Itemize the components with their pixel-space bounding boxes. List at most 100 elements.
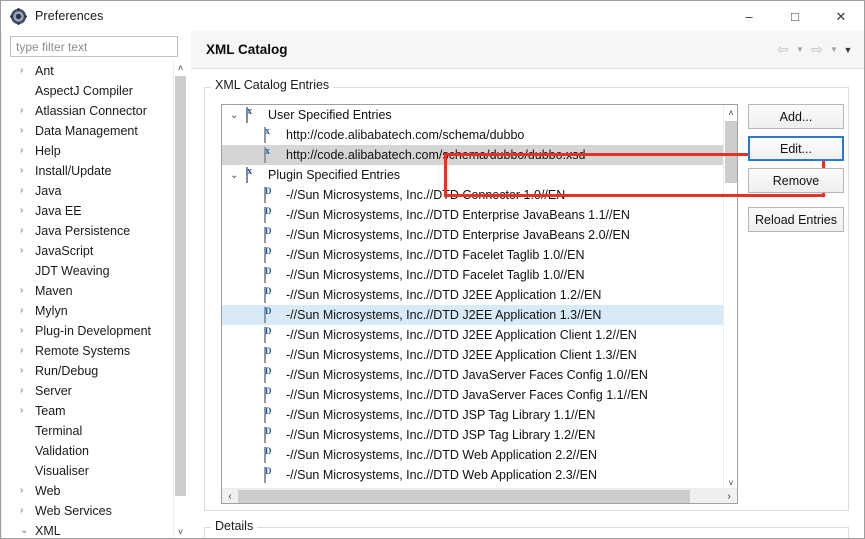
chevron-right-icon[interactable]: › — [20, 226, 35, 236]
catalog-group-row[interactable]: ⌄ Plugin Specified Entries — [222, 165, 725, 185]
catalog-entry-row[interactable]: -//Sun Microsystems, Inc.//DTD Connector… — [222, 185, 725, 205]
maximize-button[interactable]: □ — [772, 2, 818, 31]
sidebar-item-help[interactable]: › Help — [10, 141, 172, 161]
catalog-entry-row[interactable]: http://code.alibabatech.com/schema/dubbo — [222, 125, 725, 145]
forward-arrow-icon[interactable]: ⇨ — [808, 40, 826, 60]
preferences-tree[interactable]: › Ant AspectJ Compiler › Atlassian Connector… — [10, 61, 186, 538]
list-scroll-left-icon[interactable]: ‹ — [222, 489, 238, 503]
chevron-right-icon[interactable]: › — [20, 246, 35, 256]
chevron-right-icon[interactable]: › — [20, 286, 35, 296]
sidebar-item-web[interactable]: › Web — [10, 481, 172, 501]
catalog-group-label: User Specified Entries — [268, 108, 392, 122]
list-hscrollbar-thumb[interactable] — [238, 489, 690, 503]
chevron-right-icon[interactable]: › — [20, 146, 35, 156]
catalog-entry-row[interactable]: -//Sun Microsystems, Inc.//DTD JavaServe… — [222, 365, 725, 385]
sidebar-item-validation[interactable]: Validation — [10, 441, 172, 461]
sidebar-item-java-persistence[interactable]: › Java Persistence — [10, 221, 172, 241]
sidebar-item-aspectj-compiler[interactable]: AspectJ Compiler — [10, 81, 172, 101]
sidebar-vertical-scrollbar[interactable]: ˄ ˅ — [173, 61, 186, 538]
sidebar-scrollbar-thumb[interactable] — [175, 76, 186, 496]
dtd-entry-icon — [264, 187, 280, 203]
sidebar-item-jdt-weaving[interactable]: JDT Weaving — [10, 261, 172, 281]
sidebar-item-label: Ant — [35, 64, 54, 78]
sidebar-item-run-debug[interactable]: › Run/Debug — [10, 361, 172, 381]
back-arrow-icon[interactable]: ⇦ — [774, 40, 792, 60]
sidebar-item-install-update[interactable]: › Install/Update — [10, 161, 172, 181]
sidebar-item-xml[interactable]: ⌄ XML — [10, 521, 172, 538]
sidebar-item-team[interactable]: › Team — [10, 401, 172, 421]
reload-entries-button[interactable]: Reload Entries — [748, 207, 844, 232]
chevron-right-icon[interactable]: › — [20, 126, 35, 136]
add-button[interactable]: Add... — [748, 104, 844, 129]
catalog-entry-row[interactable]: -//Sun Microsystems, Inc.//DTD J2EE Appl… — [222, 325, 725, 345]
catalog-entry-row[interactable]: -//Sun Microsystems, Inc.//DTD JavaServe… — [222, 385, 725, 405]
catalog-group-label: Plugin Specified Entries — [268, 168, 401, 182]
sidebar-item-data-management[interactable]: › Data Management — [10, 121, 172, 141]
minimize-button[interactable]: – — [726, 2, 772, 31]
list-vertical-scrollbar[interactable]: ˄ ˅ — [723, 105, 737, 490]
chevron-right-icon[interactable]: › — [20, 506, 35, 516]
sidebar-item-terminal[interactable]: Terminal — [10, 421, 172, 441]
sidebar-item-atlassian-connector[interactable]: › Atlassian Connector — [10, 101, 172, 121]
catalog-entry-row[interactable]: -//Sun Microsystems, Inc.//DTD JSP Tag L… — [222, 405, 725, 425]
filter-box[interactable] — [10, 36, 178, 57]
catalog-entry-row[interactable]: -//Sun Microsystems, Inc.//DTD Enterpris… — [222, 205, 725, 225]
sidebar-item-maven[interactable]: › Maven — [10, 281, 172, 301]
dtd-entry-icon — [264, 207, 280, 223]
dtd-entry-icon — [264, 427, 280, 443]
catalog-entry-row[interactable]: -//Sun Microsystems, Inc.//DTD J2EE Appl… — [222, 305, 725, 325]
chevron-right-icon[interactable]: › — [20, 66, 35, 76]
sidebar-item-web-services[interactable]: › Web Services — [10, 501, 172, 521]
chevron-right-icon[interactable]: › — [20, 406, 35, 416]
reload-entries-button-label: Reload Entries — [755, 212, 837, 227]
chevron-right-icon[interactable]: › — [20, 306, 35, 316]
chevron-right-icon[interactable]: › — [20, 166, 35, 176]
chevron-down-icon[interactable]: ⌄ — [230, 170, 246, 181]
chevron-right-icon[interactable]: › — [20, 346, 35, 356]
catalog-entry-row[interactable]: -//Sun Microsystems, Inc.//DTD JSP Tag L… — [222, 425, 725, 445]
forward-dropdown-chevron-down-icon[interactable]: ▼ — [828, 40, 840, 60]
back-dropdown-chevron-down-icon[interactable]: ▼ — [794, 40, 806, 60]
chevron-right-icon[interactable]: › — [20, 206, 35, 216]
chevron-right-icon[interactable]: › — [20, 366, 35, 376]
catalog-entry-label: -//Sun Microsystems, Inc.//DTD J2EE Appl… — [286, 328, 637, 342]
sidebar-item-plug-in-development[interactable]: › Plug-in Development — [10, 321, 172, 341]
sidebar-item-ant[interactable]: › Ant — [10, 61, 172, 81]
sidebar-item-visualiser[interactable]: Visualiser — [10, 461, 172, 481]
chevron-right-icon[interactable]: › — [20, 326, 35, 336]
chevron-down-icon[interactable]: ⌄ — [20, 526, 35, 536]
sidebar-item-label: Data Management — [35, 124, 138, 138]
catalog-group-row[interactable]: ⌄ User Specified Entries — [222, 105, 725, 125]
search-input[interactable] — [11, 37, 177, 56]
sidebar-item-mylyn[interactable]: › Mylyn — [10, 301, 172, 321]
chevron-right-icon[interactable]: › — [20, 106, 35, 116]
list-horizontal-scrollbar[interactable]: ‹ › — [222, 488, 737, 503]
chevron-right-icon[interactable]: › — [20, 186, 35, 196]
chevron-right-icon[interactable]: › — [20, 486, 35, 496]
list-scrollbar-thumb[interactable] — [725, 121, 737, 183]
catalog-entry-row[interactable]: -//Sun Microsystems, Inc.//DTD Web Appli… — [222, 465, 725, 485]
chevron-right-icon[interactable]: › — [20, 386, 35, 396]
edit-button[interactable]: Edit... — [748, 136, 844, 161]
catalog-entry-row[interactable]: -//Sun Microsystems, Inc.//DTD Facelet T… — [222, 265, 725, 285]
sidebar-item-javascript[interactable]: › JavaScript — [10, 241, 172, 261]
sidebar-item-server[interactable]: › Server — [10, 381, 172, 401]
catalog-entry-row[interactable]: -//Sun Microsystems, Inc.//DTD J2EE Appl… — [222, 345, 725, 365]
list-scroll-up-icon[interactable]: ˄ — [724, 105, 737, 120]
catalog-entry-row[interactable]: http://code.alibabatech.com/schema/dubbo… — [222, 145, 725, 165]
catalog-entries-list[interactable]: ⌄ User Specified Entries http://code.aliba… — [221, 104, 738, 504]
chevron-down-icon[interactable]: ⌄ — [230, 110, 246, 121]
catalog-entry-row[interactable]: -//Sun Microsystems, Inc.//DTD Facelet T… — [222, 245, 725, 265]
sidebar-item-remote-systems[interactable]: › Remote Systems — [10, 341, 172, 361]
page-menu-chevron-down-icon[interactable]: ▼ — [842, 40, 854, 60]
close-button[interactable]: ✕ — [818, 2, 864, 31]
catalog-entry-row[interactable]: -//Sun Microsystems, Inc.//DTD Enterpris… — [222, 225, 725, 245]
sidebar-item-java-ee[interactable]: › Java EE — [10, 201, 172, 221]
catalog-entry-row[interactable]: -//Sun Microsystems, Inc.//DTD Web Appli… — [222, 445, 725, 465]
sidebar-item-label: Java Persistence — [35, 224, 131, 238]
sidebar-item-java[interactable]: › Java — [10, 181, 172, 201]
list-scroll-right-icon[interactable]: › — [721, 489, 737, 503]
dtd-entry-icon — [264, 447, 280, 463]
catalog-entry-row[interactable]: -//Sun Microsystems, Inc.//DTD J2EE Appl… — [222, 285, 725, 305]
remove-button[interactable]: Remove — [748, 168, 844, 193]
